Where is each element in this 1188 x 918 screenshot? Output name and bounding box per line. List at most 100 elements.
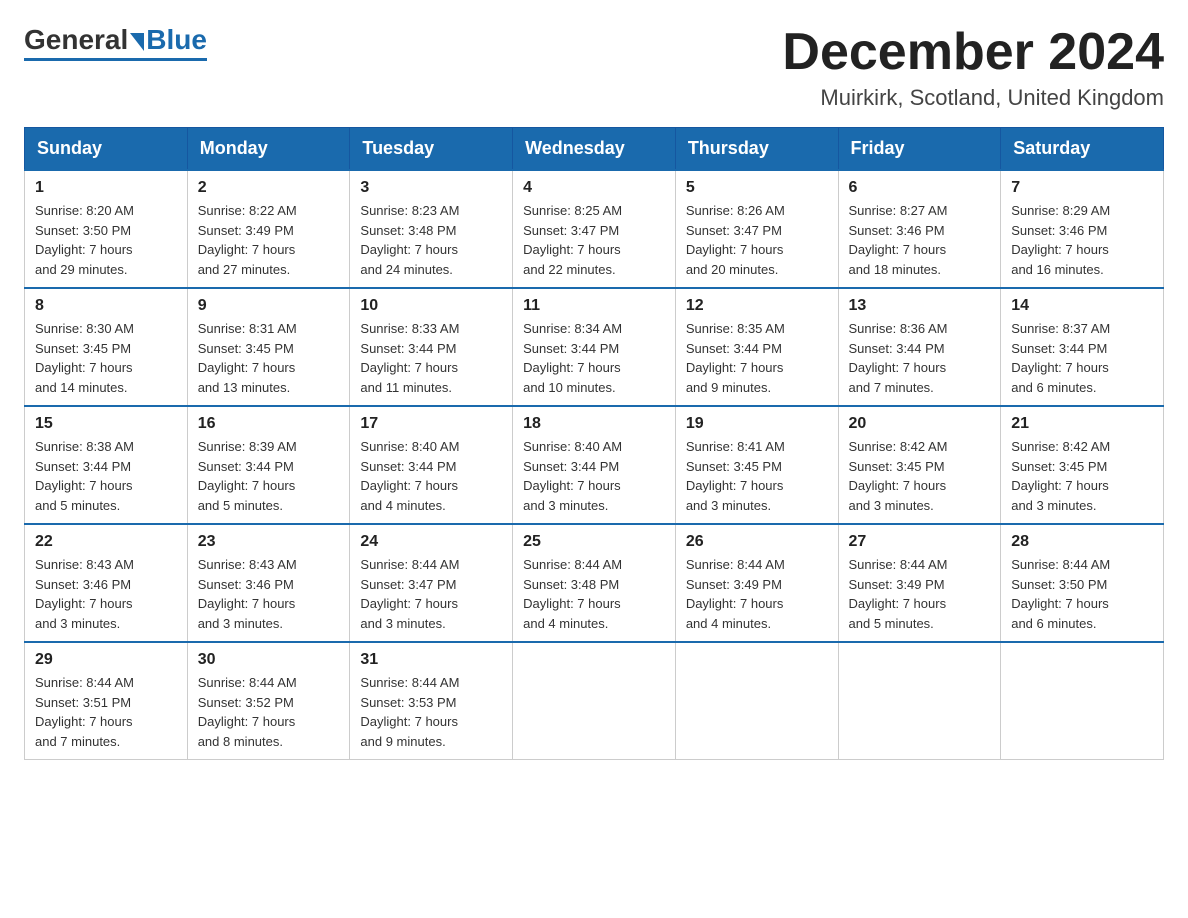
calendar-cell (513, 642, 676, 760)
day-number: 28 (1011, 533, 1153, 551)
calendar-cell: 28 Sunrise: 8:44 AM Sunset: 3:50 PM Dayl… (1001, 524, 1164, 642)
calendar-cell: 1 Sunrise: 8:20 AM Sunset: 3:50 PM Dayli… (25, 170, 188, 288)
calendar-cell: 9 Sunrise: 8:31 AM Sunset: 3:45 PM Dayli… (187, 288, 350, 406)
day-number: 7 (1011, 179, 1153, 197)
day-info: Sunrise: 8:20 AM Sunset: 3:50 PM Dayligh… (35, 201, 177, 279)
location-label: Muirkirk, Scotland, United Kingdom (782, 85, 1164, 111)
day-number: 10 (360, 297, 502, 315)
day-info: Sunrise: 8:22 AM Sunset: 3:49 PM Dayligh… (198, 201, 340, 279)
day-info: Sunrise: 8:42 AM Sunset: 3:45 PM Dayligh… (1011, 437, 1153, 515)
logo: General Blue (24, 24, 207, 61)
day-info: Sunrise: 8:35 AM Sunset: 3:44 PM Dayligh… (686, 319, 828, 397)
logo-arrow-icon (130, 33, 144, 51)
day-number: 17 (360, 415, 502, 433)
week-row-5: 29 Sunrise: 8:44 AM Sunset: 3:51 PM Dayl… (25, 642, 1164, 760)
day-number: 9 (198, 297, 340, 315)
day-info: Sunrise: 8:27 AM Sunset: 3:46 PM Dayligh… (849, 201, 991, 279)
calendar-cell: 14 Sunrise: 8:37 AM Sunset: 3:44 PM Dayl… (1001, 288, 1164, 406)
weekday-header-saturday: Saturday (1001, 128, 1164, 171)
title-section: December 2024 Muirkirk, Scotland, United… (782, 24, 1164, 111)
calendar-cell: 3 Sunrise: 8:23 AM Sunset: 3:48 PM Dayli… (350, 170, 513, 288)
day-info: Sunrise: 8:36 AM Sunset: 3:44 PM Dayligh… (849, 319, 991, 397)
day-number: 4 (523, 179, 665, 197)
day-info: Sunrise: 8:44 AM Sunset: 3:50 PM Dayligh… (1011, 555, 1153, 633)
calendar-cell (675, 642, 838, 760)
week-row-3: 15 Sunrise: 8:38 AM Sunset: 3:44 PM Dayl… (25, 406, 1164, 524)
weekday-header-thursday: Thursday (675, 128, 838, 171)
weekday-header-friday: Friday (838, 128, 1001, 171)
day-number: 6 (849, 179, 991, 197)
calendar-cell: 19 Sunrise: 8:41 AM Sunset: 3:45 PM Dayl… (675, 406, 838, 524)
calendar-cell: 21 Sunrise: 8:42 AM Sunset: 3:45 PM Dayl… (1001, 406, 1164, 524)
day-number: 8 (35, 297, 177, 315)
month-title: December 2024 (782, 24, 1164, 81)
day-info: Sunrise: 8:44 AM Sunset: 3:47 PM Dayligh… (360, 555, 502, 633)
day-number: 23 (198, 533, 340, 551)
calendar-cell: 8 Sunrise: 8:30 AM Sunset: 3:45 PM Dayli… (25, 288, 188, 406)
calendar-cell: 4 Sunrise: 8:25 AM Sunset: 3:47 PM Dayli… (513, 170, 676, 288)
day-number: 21 (1011, 415, 1153, 433)
day-number: 12 (686, 297, 828, 315)
calendar-cell: 13 Sunrise: 8:36 AM Sunset: 3:44 PM Dayl… (838, 288, 1001, 406)
logo-blue-text: Blue (146, 24, 207, 56)
day-info: Sunrise: 8:44 AM Sunset: 3:52 PM Dayligh… (198, 673, 340, 751)
logo-general-text: General (24, 24, 128, 56)
calendar-cell (838, 642, 1001, 760)
day-info: Sunrise: 8:39 AM Sunset: 3:44 PM Dayligh… (198, 437, 340, 515)
day-info: Sunrise: 8:33 AM Sunset: 3:44 PM Dayligh… (360, 319, 502, 397)
calendar-cell: 24 Sunrise: 8:44 AM Sunset: 3:47 PM Dayl… (350, 524, 513, 642)
week-row-2: 8 Sunrise: 8:30 AM Sunset: 3:45 PM Dayli… (25, 288, 1164, 406)
calendar-cell: 23 Sunrise: 8:43 AM Sunset: 3:46 PM Dayl… (187, 524, 350, 642)
day-number: 20 (849, 415, 991, 433)
day-info: Sunrise: 8:37 AM Sunset: 3:44 PM Dayligh… (1011, 319, 1153, 397)
day-info: Sunrise: 8:29 AM Sunset: 3:46 PM Dayligh… (1011, 201, 1153, 279)
calendar-cell: 11 Sunrise: 8:34 AM Sunset: 3:44 PM Dayl… (513, 288, 676, 406)
calendar-cell: 17 Sunrise: 8:40 AM Sunset: 3:44 PM Dayl… (350, 406, 513, 524)
weekday-header-wednesday: Wednesday (513, 128, 676, 171)
day-number: 24 (360, 533, 502, 551)
day-info: Sunrise: 8:25 AM Sunset: 3:47 PM Dayligh… (523, 201, 665, 279)
day-number: 13 (849, 297, 991, 315)
week-row-4: 22 Sunrise: 8:43 AM Sunset: 3:46 PM Dayl… (25, 524, 1164, 642)
day-info: Sunrise: 8:31 AM Sunset: 3:45 PM Dayligh… (198, 319, 340, 397)
calendar-table: SundayMondayTuesdayWednesdayThursdayFrid… (24, 127, 1164, 760)
day-number: 27 (849, 533, 991, 551)
day-info: Sunrise: 8:44 AM Sunset: 3:53 PM Dayligh… (360, 673, 502, 751)
calendar-cell: 15 Sunrise: 8:38 AM Sunset: 3:44 PM Dayl… (25, 406, 188, 524)
day-number: 5 (686, 179, 828, 197)
day-info: Sunrise: 8:40 AM Sunset: 3:44 PM Dayligh… (360, 437, 502, 515)
day-number: 26 (686, 533, 828, 551)
week-row-1: 1 Sunrise: 8:20 AM Sunset: 3:50 PM Dayli… (25, 170, 1164, 288)
day-number: 14 (1011, 297, 1153, 315)
day-info: Sunrise: 8:44 AM Sunset: 3:51 PM Dayligh… (35, 673, 177, 751)
day-number: 15 (35, 415, 177, 433)
calendar-cell: 25 Sunrise: 8:44 AM Sunset: 3:48 PM Dayl… (513, 524, 676, 642)
day-info: Sunrise: 8:42 AM Sunset: 3:45 PM Dayligh… (849, 437, 991, 515)
calendar-cell: 27 Sunrise: 8:44 AM Sunset: 3:49 PM Dayl… (838, 524, 1001, 642)
day-number: 22 (35, 533, 177, 551)
weekday-header-sunday: Sunday (25, 128, 188, 171)
day-info: Sunrise: 8:23 AM Sunset: 3:48 PM Dayligh… (360, 201, 502, 279)
calendar-cell: 7 Sunrise: 8:29 AM Sunset: 3:46 PM Dayli… (1001, 170, 1164, 288)
day-number: 30 (198, 651, 340, 669)
calendar-cell: 30 Sunrise: 8:44 AM Sunset: 3:52 PM Dayl… (187, 642, 350, 760)
calendar-cell: 6 Sunrise: 8:27 AM Sunset: 3:46 PM Dayli… (838, 170, 1001, 288)
day-info: Sunrise: 8:40 AM Sunset: 3:44 PM Dayligh… (523, 437, 665, 515)
day-number: 16 (198, 415, 340, 433)
day-info: Sunrise: 8:41 AM Sunset: 3:45 PM Dayligh… (686, 437, 828, 515)
calendar-cell: 22 Sunrise: 8:43 AM Sunset: 3:46 PM Dayl… (25, 524, 188, 642)
day-number: 31 (360, 651, 502, 669)
weekday-header-monday: Monday (187, 128, 350, 171)
calendar-cell: 12 Sunrise: 8:35 AM Sunset: 3:44 PM Dayl… (675, 288, 838, 406)
day-info: Sunrise: 8:44 AM Sunset: 3:49 PM Dayligh… (686, 555, 828, 633)
day-number: 2 (198, 179, 340, 197)
day-number: 18 (523, 415, 665, 433)
day-number: 3 (360, 179, 502, 197)
weekday-header-row: SundayMondayTuesdayWednesdayThursdayFrid… (25, 128, 1164, 171)
calendar-cell: 10 Sunrise: 8:33 AM Sunset: 3:44 PM Dayl… (350, 288, 513, 406)
calendar-cell: 20 Sunrise: 8:42 AM Sunset: 3:45 PM Dayl… (838, 406, 1001, 524)
logo-underline (24, 58, 207, 61)
calendar-cell: 31 Sunrise: 8:44 AM Sunset: 3:53 PM Dayl… (350, 642, 513, 760)
day-number: 19 (686, 415, 828, 433)
weekday-header-tuesday: Tuesday (350, 128, 513, 171)
